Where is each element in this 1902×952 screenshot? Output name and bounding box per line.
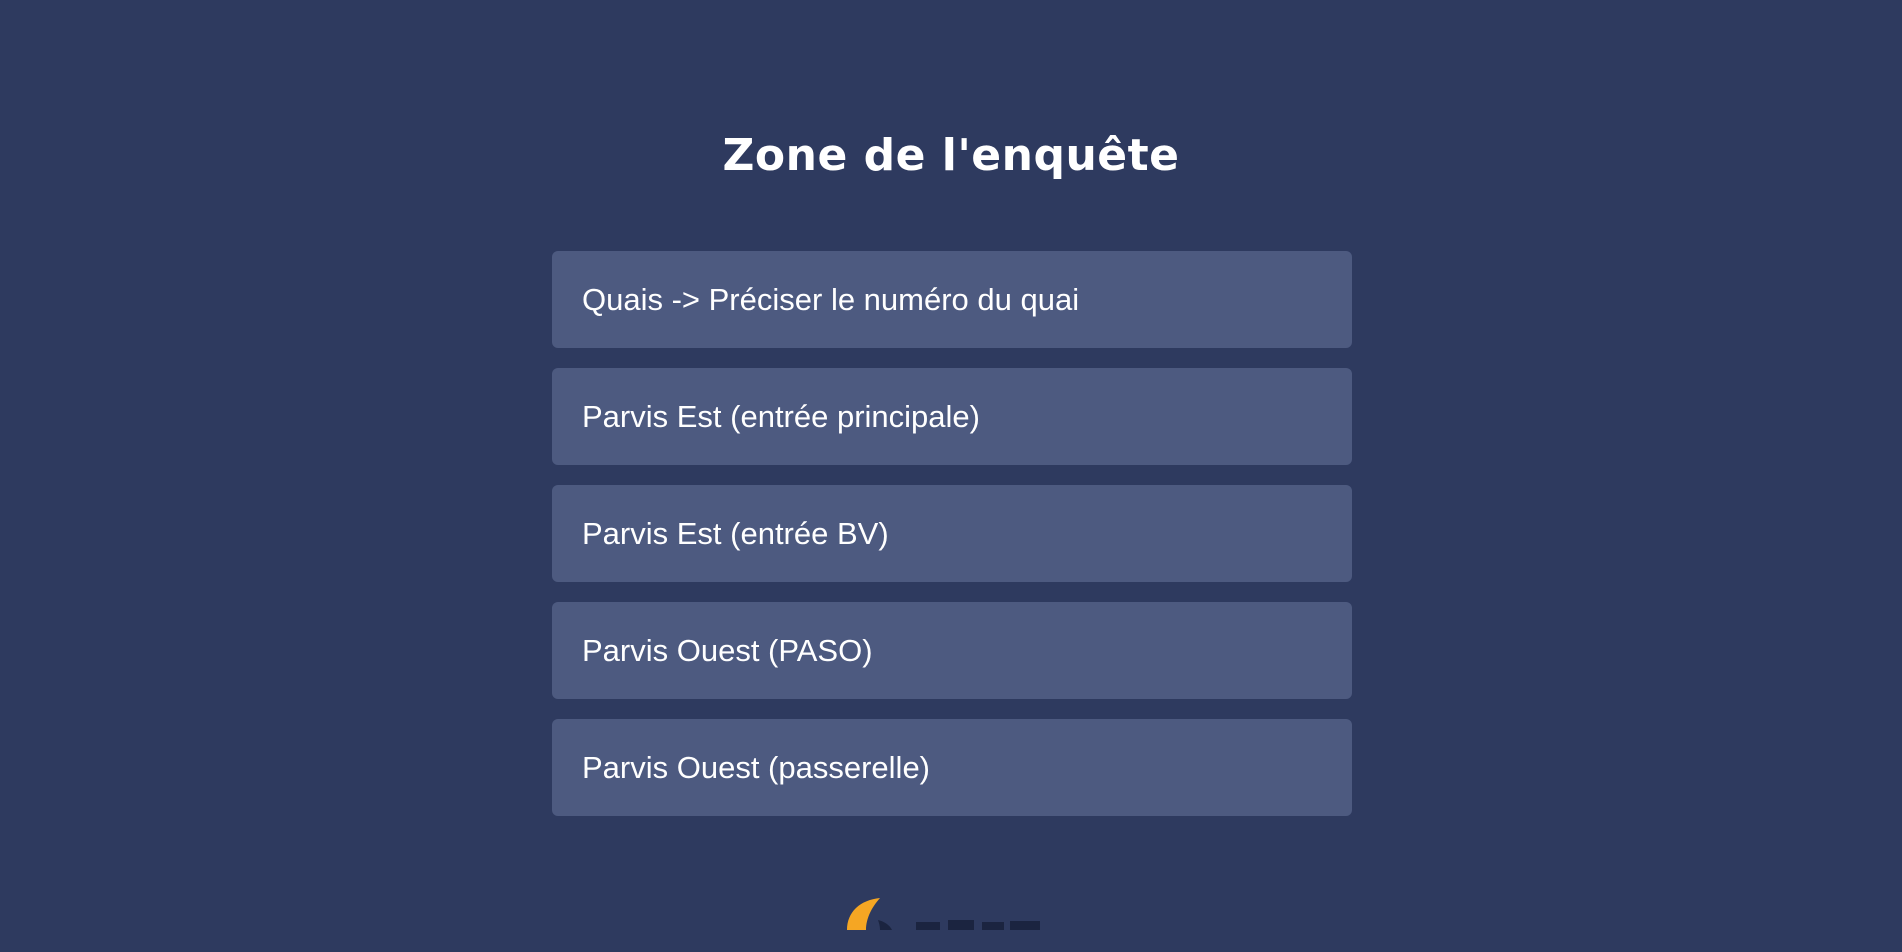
option-parvis-ouest-passerelle[interactable]: Parvis Ouest (passerelle): [552, 719, 1352, 816]
option-quais[interactable]: Quais -> Préciser le numéro du quai: [552, 251, 1352, 348]
option-parvis-est-entree-bv[interactable]: Parvis Est (entrée BV): [552, 485, 1352, 582]
answer-options-list: Quais -> Préciser le numéro du quai Parv…: [552, 251, 1352, 836]
option-parvis-est-entree-principale[interactable]: Parvis Est (entrée principale): [552, 368, 1352, 465]
option-parvis-ouest-paso[interactable]: Parvis Ouest (PASO): [552, 602, 1352, 699]
brand-logo-icon: [847, 898, 1040, 930]
page-title: Zone de l'enquête: [722, 130, 1180, 181]
